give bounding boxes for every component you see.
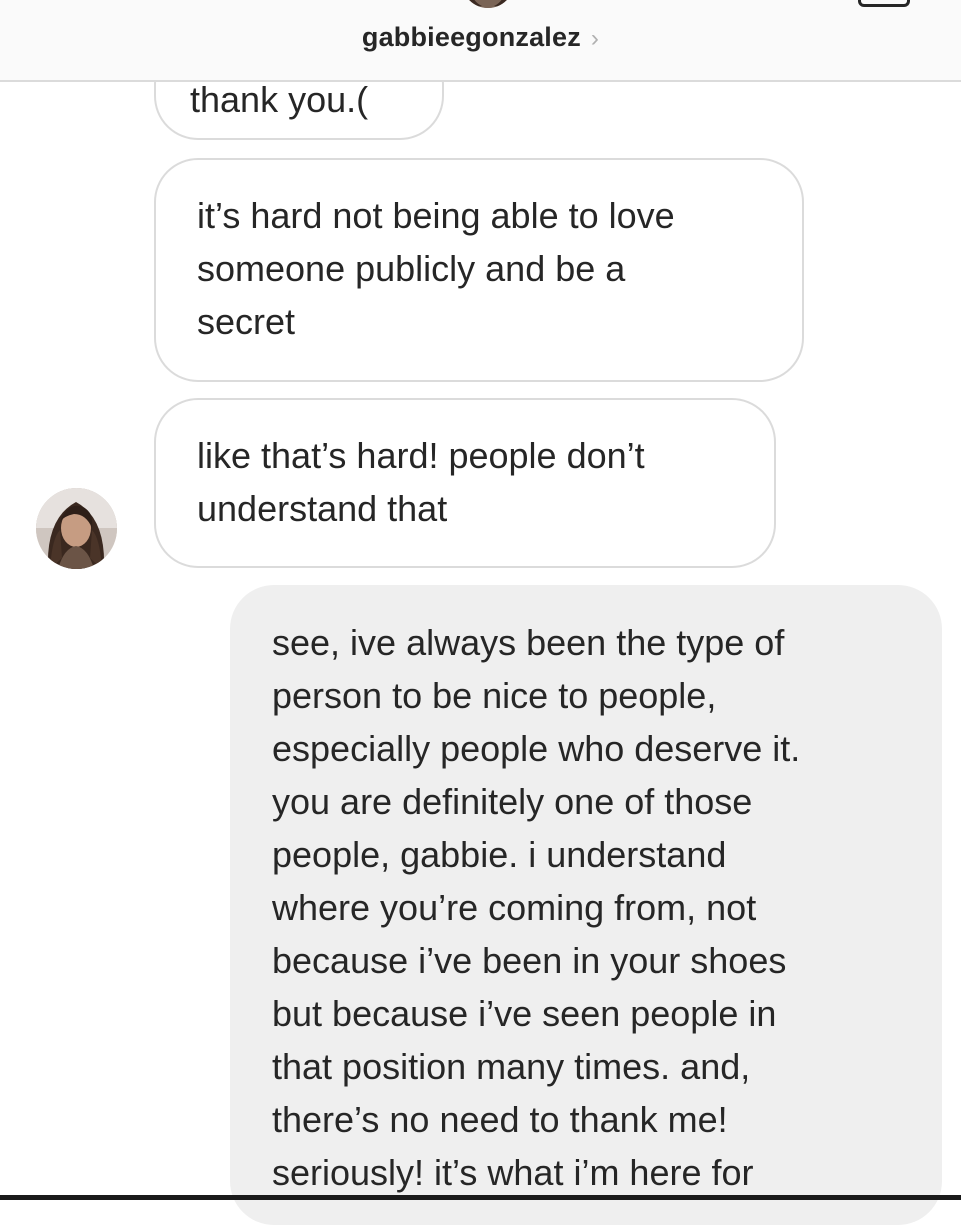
message-bubble-outgoing[interactable]: see, ive always been the type of person … [230,585,942,1225]
message-bubble-incoming[interactable]: like that’s hard! people don’t understan… [154,398,776,568]
message-text: like that’s hard! people don’t understan… [197,435,645,529]
bottom-edge [0,1195,961,1200]
chat-header: gabbieegonzalez › [0,0,961,82]
chat-title[interactable]: gabbieegonzalez › [0,22,961,53]
message-bubble-incoming[interactable]: it’s hard not being able to love someone… [154,158,804,382]
username: gabbieegonzalez [361,22,581,52]
chevron-right-icon: › [590,25,600,52]
profile-photo-icon[interactable] [462,0,514,8]
profile-photo-icon [36,488,117,569]
message-text: it’s hard not being able to love someone… [197,195,675,342]
sender-avatar[interactable] [36,488,117,569]
video-call-icon[interactable] [858,0,910,7]
message-text: see, ive always been the type of person … [272,622,801,1193]
